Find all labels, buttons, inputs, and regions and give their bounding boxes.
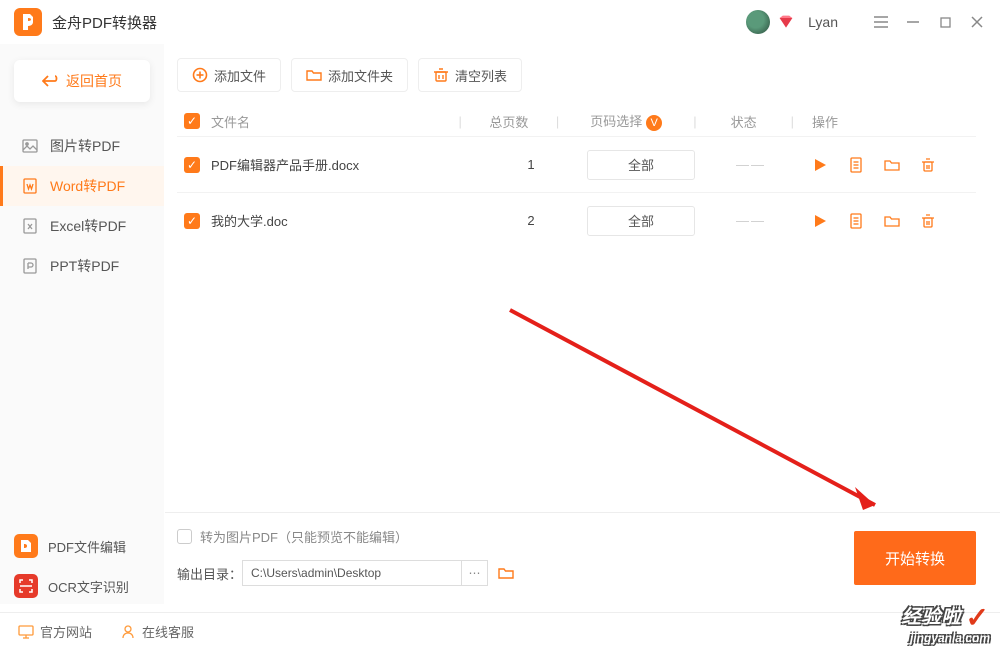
play-icon[interactable] [812, 213, 828, 229]
maximize-icon[interactable] [936, 13, 954, 31]
folder-icon [306, 67, 322, 83]
plus-circle-icon [192, 67, 208, 83]
ocr-label: OCR文字识别 [48, 577, 129, 596]
status-cell: —— [706, 213, 796, 228]
official-site-link[interactable]: 官方网站 [18, 622, 92, 641]
pages-cell: 2 [486, 213, 576, 228]
close-icon[interactable] [968, 13, 986, 31]
btn-label: 添加文件夹 [328, 66, 393, 85]
username-label[interactable]: Lyan [808, 14, 838, 30]
start-convert-button[interactable]: 开始转换 [854, 531, 976, 585]
nav-label: Excel转PDF [50, 216, 126, 236]
filename-cell: PDF编辑器产品手册.docx [207, 155, 486, 174]
nav-label: Word转PDF [50, 176, 125, 196]
col-page-range: 页码选择V [561, 111, 691, 131]
folder-open-icon[interactable] [884, 157, 900, 173]
status-cell: —— [706, 157, 796, 172]
user-avatar[interactable] [746, 10, 770, 34]
add-file-button[interactable]: 添加文件 [177, 58, 281, 92]
nav-image-to-pdf[interactable]: 图片转PDF [0, 126, 164, 166]
bottom-bar: 转为图片PDF（只能预览不能编辑） 输出目录： ⋯ 开始转换 [165, 512, 1000, 604]
watermark: 经验啦✓ jingyanla.com [902, 604, 990, 644]
table-header: ✓ 文件名 | 总页数 | 页码选择V | 状态 | 操作 [177, 106, 976, 136]
headset-icon [120, 624, 136, 640]
minimize-icon[interactable] [904, 13, 922, 31]
pdf-edit-icon [14, 534, 38, 558]
footer-label: 官方网站 [40, 622, 92, 641]
row-actions [796, 157, 976, 173]
col-pages: 总页数 [464, 112, 554, 131]
back-home-label: 返回首页 [66, 71, 122, 91]
app-logo-icon [14, 8, 42, 36]
document-icon[interactable] [848, 213, 864, 229]
ocr-link[interactable]: OCR文字识别 [14, 566, 151, 606]
trash-icon[interactable] [920, 157, 936, 173]
excel-icon [22, 218, 38, 234]
ocr-icon [14, 574, 38, 598]
footer: 官方网站 在线客服 [0, 612, 1000, 650]
document-icon[interactable] [848, 157, 864, 173]
folder-open-icon[interactable] [884, 213, 900, 229]
row-checkbox[interactable]: ✓ [184, 157, 200, 173]
word-icon [22, 178, 38, 194]
table-row: ✓ 我的大学.doc 2 全部 —— [177, 192, 976, 248]
open-output-folder-icon[interactable] [498, 565, 514, 581]
row-actions [796, 213, 976, 229]
add-folder-button[interactable]: 添加文件夹 [291, 58, 408, 92]
titlebar: 金舟PDF转换器 Lyan [0, 0, 1000, 44]
output-path-input[interactable] [242, 560, 462, 586]
clear-icon [433, 67, 449, 83]
back-home-button[interactable]: 返回首页 [14, 60, 150, 102]
pdf-editor-label: PDF文件编辑 [48, 537, 126, 556]
page-range-select[interactable]: 全部 [587, 206, 695, 236]
main-panel: 添加文件 添加文件夹 清空列表 ✓ 文件名 | 总页数 | 页码选择V | 状态… [165, 44, 1000, 604]
btn-label: 清空列表 [455, 66, 507, 85]
browse-button[interactable]: ⋯ [462, 560, 488, 586]
sidebar-bottom: PDF文件编辑 OCR文字识别 [0, 526, 165, 606]
monitor-icon [18, 624, 34, 640]
start-label: 开始转换 [885, 548, 945, 569]
image-icon [22, 138, 38, 154]
col-status: 状态 [699, 112, 789, 131]
vip-badge-icon: V [646, 115, 662, 131]
nav-word-to-pdf[interactable]: Word转PDF [0, 166, 164, 206]
trash-icon[interactable] [920, 213, 936, 229]
play-icon[interactable] [812, 157, 828, 173]
customer-support-link[interactable]: 在线客服 [120, 622, 194, 641]
row-checkbox[interactable]: ✓ [184, 213, 200, 229]
app-title: 金舟PDF转换器 [52, 12, 157, 33]
vip-diamond-icon[interactable] [778, 14, 794, 30]
footer-label: 在线客服 [142, 622, 194, 641]
nav-label: 图片转PDF [50, 136, 120, 156]
output-label: 输出目录： [177, 564, 242, 583]
nav-label: PPT转PDF [50, 256, 119, 276]
pages-cell: 1 [486, 157, 576, 172]
nav-ppt-to-pdf[interactable]: PPT转PDF [0, 246, 164, 286]
select-all-checkbox[interactable]: ✓ [184, 113, 200, 129]
ppt-icon [22, 258, 38, 274]
checkbox-empty[interactable] [177, 529, 192, 544]
back-arrow-icon [42, 74, 58, 88]
page-range-select[interactable]: 全部 [587, 150, 695, 180]
table-row: ✓ PDF编辑器产品手册.docx 1 全部 —— [177, 136, 976, 192]
col-filename: 文件名 [207, 112, 456, 131]
btn-label: 添加文件 [214, 66, 266, 85]
menu-icon[interactable] [872, 13, 890, 31]
toolbar: 添加文件 添加文件夹 清空列表 [177, 58, 976, 92]
filename-cell: 我的大学.doc [207, 211, 486, 230]
pdf-editor-link[interactable]: PDF文件编辑 [14, 526, 151, 566]
clear-list-button[interactable]: 清空列表 [418, 58, 522, 92]
col-actions: 操作 [796, 112, 976, 131]
image-pdf-label: 转为图片PDF（只能预览不能编辑） [200, 527, 408, 546]
sidebar: 返回首页 图片转PDF Word转PDF Excel转PDF PPT转PDF P… [0, 44, 165, 604]
nav-excel-to-pdf[interactable]: Excel转PDF [0, 206, 164, 246]
